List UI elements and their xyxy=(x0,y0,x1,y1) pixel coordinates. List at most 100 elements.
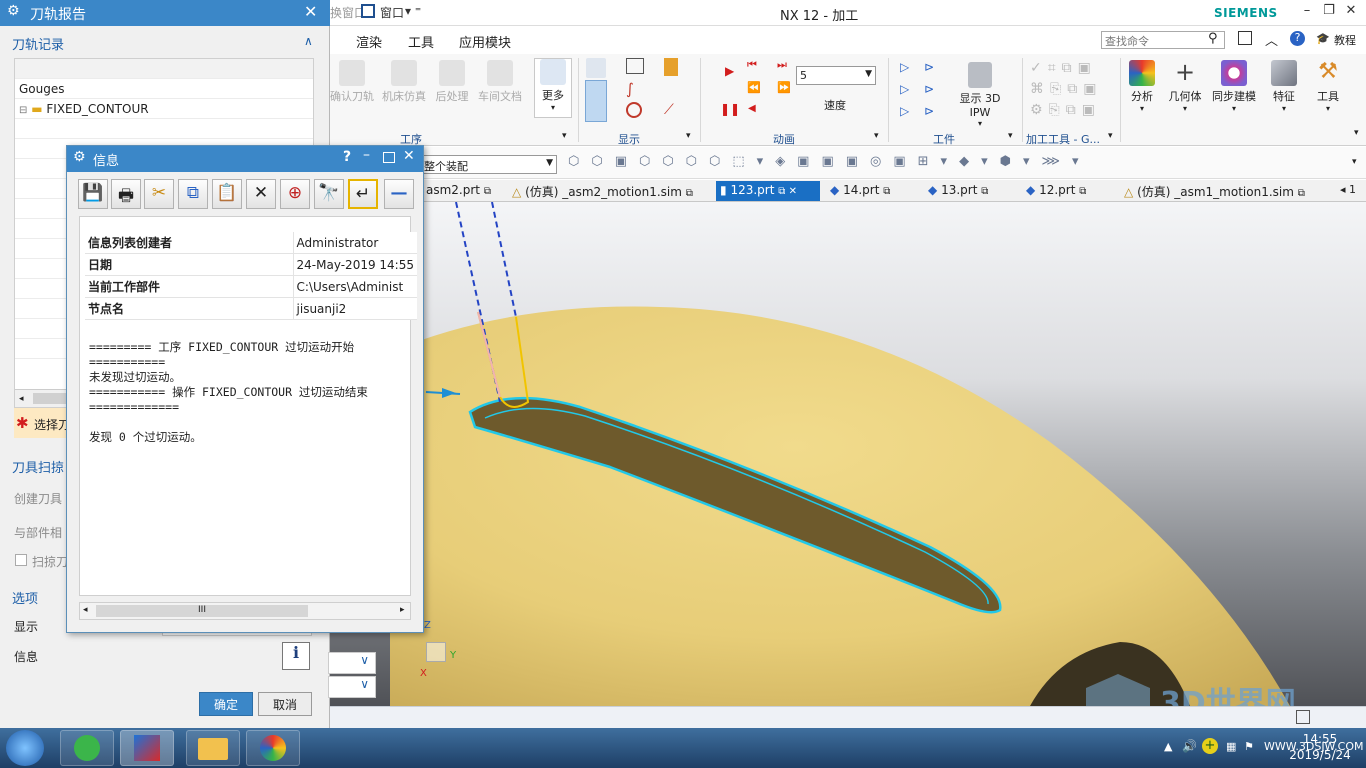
section-options[interactable]: 选项 xyxy=(12,588,38,607)
chevron-up-icon[interactable]: ︿ xyxy=(1265,30,1278,49)
taskbar-app-paint[interactable] xyxy=(246,730,300,766)
tree-row-fixed-contour[interactable]: ⊟ ▬ FIXED_CONTOUR xyxy=(15,99,313,119)
play-icon[interactable]: ▶ xyxy=(725,64,734,78)
close-button[interactable]: ✕ xyxy=(1340,3,1362,21)
cut-icon[interactable]: ✂ xyxy=(144,179,174,209)
taskbar-clock[interactable]: 14:55 2019/5/24 xyxy=(1282,731,1358,763)
display-active-icon[interactable] xyxy=(585,80,607,122)
show-3d-ipw-button[interactable]: 显示 3D IPW ▾ xyxy=(948,62,1012,128)
speed-select[interactable]: 5 ▼ xyxy=(796,66,876,85)
info-button[interactable]: i xyxy=(282,642,310,670)
point-icon[interactable] xyxy=(626,102,642,118)
shop-doc-button[interactable]: 车间文档 xyxy=(476,60,524,104)
tab-asm2[interactable]: asm2.prt ⧉ xyxy=(422,181,495,201)
workpiece-icon[interactable]: ⊳ xyxy=(924,82,934,96)
info-hscrollbar[interactable]: ◂ III ▸ xyxy=(79,602,411,620)
tab-13[interactable]: ◆ 13.prt ⧉ xyxy=(924,181,992,201)
print-icon[interactable]: 🖶 xyxy=(111,179,141,209)
tab-sim-asm2[interactable]: △ (仿真) _asm2_motion1.sim ⧉ xyxy=(508,181,697,201)
tray-app-icon[interactable]: + xyxy=(1202,738,1218,754)
chevron-down-icon[interactable]: ▾ xyxy=(874,131,879,141)
save-icon[interactable]: 💾 xyxy=(78,179,108,209)
paste-icon[interactable]: 📋 xyxy=(212,179,242,209)
close-icon[interactable]: ✕ xyxy=(304,2,317,21)
tab-sim-asm1[interactable]: △ (仿真) _asm1_motion1.sim ⧉ xyxy=(1120,181,1309,201)
taskbar-app-nx[interactable] xyxy=(120,730,174,766)
tab-overflow[interactable]: ◂ 1 xyxy=(1340,183,1356,196)
menu-render[interactable]: 渲染 xyxy=(356,32,382,51)
blank-icon[interactable]: ▷ xyxy=(900,60,909,74)
command-search-input[interactable]: 查找命令 xyxy=(1101,31,1225,49)
tree-row-gouges[interactable]: Gouges xyxy=(15,79,313,99)
section-toolpath-records[interactable]: 刀轨记录 xyxy=(12,34,64,53)
workpiece-icon[interactable]: ⊳ xyxy=(924,104,934,118)
more-button[interactable]: 更多 ▾ xyxy=(534,58,572,118)
chevron-down-icon[interactable]: ∨ xyxy=(328,652,376,674)
sync-modeling-button[interactable]: 同步建模 ▾ xyxy=(1210,60,1258,113)
ribbon-options-icon[interactable]: ▾ xyxy=(1354,128,1359,138)
restore-button[interactable]: ❐ xyxy=(1318,3,1340,21)
collapse-toolbar-icon[interactable]: — xyxy=(384,179,414,209)
rewind-icon[interactable]: ◀ xyxy=(748,103,756,114)
scroll-left-icon[interactable]: ◂ xyxy=(83,605,88,615)
menu-app-modules[interactable]: 应用模块 xyxy=(459,32,511,51)
workpiece-icon[interactable]: ⊳ xyxy=(924,60,934,74)
tab-14[interactable]: ◆ 14.prt ⧉ xyxy=(826,181,894,201)
network-icon[interactable]: ▦ xyxy=(1226,740,1236,753)
search-icon[interactable]: ⚲ xyxy=(1208,31,1218,46)
minimize-icon[interactable]: – xyxy=(363,147,370,163)
chevron-down-icon[interactable]: ▾ xyxy=(1108,131,1113,141)
graphics-viewport[interactable]: Y Z X 3D世界网 xyxy=(330,201,1366,730)
minimize-button[interactable]: – xyxy=(1296,3,1318,21)
blank-icon[interactable]: ▷ xyxy=(900,82,909,96)
step-forward-icon[interactable]: ⏭ xyxy=(777,58,787,72)
wrap-text-icon[interactable]: ↵ xyxy=(348,179,378,209)
geometry-button[interactable]: + 几何体 ▾ xyxy=(1164,60,1206,113)
chevron-up-icon[interactable]: ∧ xyxy=(304,34,313,48)
prev-icon[interactable]: ⏪ xyxy=(747,81,761,94)
start-button[interactable] xyxy=(6,730,44,766)
analysis-button[interactable]: 分析 ▾ xyxy=(1124,60,1160,113)
next-icon[interactable]: ⏩ xyxy=(777,81,791,94)
tutorial-label[interactable]: 教程 xyxy=(1334,32,1356,48)
locate-icon[interactable]: ⊕ xyxy=(280,179,310,209)
find-icon[interactable]: 🔭 xyxy=(314,179,344,209)
delete-icon[interactable]: ✕ xyxy=(246,179,276,209)
selection-tool-icons[interactable]: ⬡⬡▣⬡⬡⬡⬡⬚▾◈▣▣▣◎▣⊞▾◆▾⬢▾⋙▾ xyxy=(568,154,1288,172)
help-icon[interactable]: ? xyxy=(343,149,351,165)
assembly-filter-select[interactable]: 整个装配 ▼ xyxy=(420,155,557,174)
tools-button[interactable]: ⚒ 工具 ▾ xyxy=(1308,60,1348,114)
tray-expand-icon[interactable]: ▲ xyxy=(1164,740,1172,753)
help-icon[interactable]: ? xyxy=(1290,31,1305,46)
cancel-button[interactable]: 取消 xyxy=(258,692,312,716)
section-tool-sweep[interactable]: 刀具扫掠 xyxy=(12,457,64,476)
flag-icon[interactable]: ⚑ xyxy=(1244,740,1254,753)
window-menu[interactable]: 窗口 xyxy=(380,4,404,21)
display-toggle-icon[interactable] xyxy=(586,58,606,78)
view-triad[interactable] xyxy=(426,642,446,662)
step-back-icon[interactable]: ⏮ xyxy=(747,58,757,72)
fullscreen-toggle-icon[interactable] xyxy=(1296,710,1310,724)
chevron-down-icon[interactable]: ▾ ⁼ xyxy=(405,4,421,18)
chevron-down-icon[interactable]: ∨ xyxy=(328,676,376,698)
tab-123[interactable]: ▮ 123.prt ⧉ ✕ xyxy=(716,181,820,201)
chevron-down-icon[interactable]: ▾ xyxy=(1352,157,1357,167)
ok-button[interactable]: 确定 xyxy=(199,692,253,716)
menu-tools[interactable]: 工具 xyxy=(408,32,434,51)
tool-holder-icon[interactable] xyxy=(664,58,678,76)
postprocess-button[interactable]: 后处理 xyxy=(432,60,472,104)
maximize-icon[interactable] xyxy=(383,152,395,163)
taskbar-app-explorer[interactable] xyxy=(186,730,240,766)
box-icon[interactable] xyxy=(626,58,644,74)
copy-icon[interactable]: ⧉ xyxy=(178,179,208,209)
taskbar-app-browser[interactable] xyxy=(60,730,114,766)
blank-icon[interactable]: ▷ xyxy=(900,104,909,118)
fullscreen-icon[interactable] xyxy=(1238,31,1252,45)
tutorial-icon[interactable]: 🎓 xyxy=(1316,32,1330,45)
close-icon[interactable]: ✕ xyxy=(403,148,415,164)
curve-icon[interactable]: ∫ xyxy=(626,80,644,98)
machine-sim-button[interactable]: 机床仿真 xyxy=(380,60,428,104)
chevron-down-icon[interactable]: ▾ xyxy=(1008,131,1013,141)
volume-icon[interactable]: 🔊 xyxy=(1182,739,1197,753)
line-icon[interactable]: ⟋ xyxy=(664,102,674,118)
